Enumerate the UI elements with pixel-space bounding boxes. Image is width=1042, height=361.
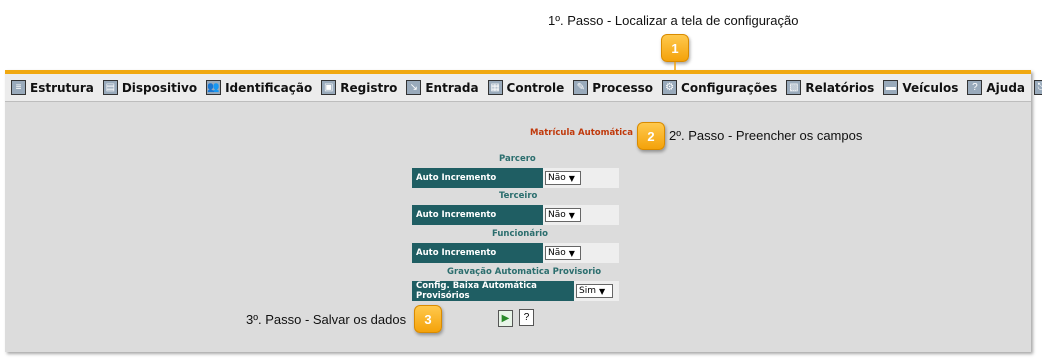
main-menu: ≡ Estrutura ▤ Dispositivo 👥 Identificação ▣ Reg… (5, 74, 1042, 102)
menu-item-veiculos[interactable]: ▬ Veículos (883, 80, 958, 95)
menu-label: Veículos (902, 80, 959, 95)
menu-item-ajuda[interactable]: ? Ajuda (967, 80, 1025, 95)
step1-text: 1º. Passo - Localizar a tela de configur… (548, 13, 799, 28)
entry-icon: ↘ (406, 80, 422, 95)
help-icon: ? (967, 80, 983, 95)
form-row-gravacao: Config. Baixa Automática Provisórios Sim… (412, 281, 619, 301)
people-icon: 👥 (206, 80, 222, 95)
menu-label: Entrada (425, 80, 479, 95)
form-row-terceiro: Auto Incremento Não ▼ (412, 205, 619, 225)
field-label: Auto Incremento (412, 168, 543, 188)
menu-item-processo[interactable]: ✎ Processo (573, 80, 653, 95)
field-label: Auto Incremento (412, 205, 543, 225)
form-row-parceiro: Auto Incremento Não ▼ (412, 168, 619, 188)
menu-label: Registro (340, 80, 398, 95)
menu-item-sair[interactable]: ⎋Sair (1034, 80, 1042, 95)
menu-item-entrada[interactable]: ↘ Entrada (406, 80, 479, 95)
menu-label: Controle (506, 80, 565, 95)
settings-icon: ⚙ (662, 80, 678, 95)
menu-item-controle[interactable]: ▦ Controle (487, 80, 565, 95)
control-icon: ▦ (487, 80, 503, 95)
auto-increment-select-parceiro[interactable]: Não ▼ (545, 171, 581, 185)
menu-item-identificacao[interactable]: 👥 Identificação (206, 80, 312, 95)
menu-label: Estrutura (30, 80, 94, 95)
menu-item-registro[interactable]: ▣ Registro (321, 80, 397, 95)
app-window: ≡ Estrutura ▤ Dispositivo 👥 Identificação ▣ Reg… (5, 70, 1042, 352)
menu-item-configuracoes[interactable]: ⚙ Configurações (662, 80, 777, 95)
auto-increment-select-funcionario[interactable]: Não ▼ (545, 246, 581, 260)
step3-text: 3º. Passo - Salvar os dados (246, 312, 407, 327)
report-icon: ▧ (786, 80, 802, 95)
chevron-down-icon: ▼ (568, 248, 575, 258)
section-title-funcionario: Funcionário (492, 229, 549, 239)
menu-label: Ajuda (986, 80, 1026, 95)
menu-label: Identificação (225, 80, 313, 95)
vehicle-icon: ▬ (883, 80, 899, 95)
form-row-funcionario: Auto Incremento Não ▼ (412, 243, 619, 263)
page-title: Matrícula Automática (530, 128, 633, 138)
chevron-down-icon: ▼ (568, 173, 575, 183)
step1-badge: 1 (661, 34, 689, 62)
register-icon: ▣ (321, 80, 337, 95)
menu-item-relatorios[interactable]: ▧ Relatórios (786, 80, 874, 95)
menu-item-dispositivo[interactable]: ▤ Dispositivo (102, 80, 198, 95)
menu-label: Configurações (681, 80, 778, 95)
exit-icon: ⎋ (1034, 80, 1042, 95)
chevron-down-icon: ▼ (568, 210, 575, 220)
field-label: Auto Incremento (412, 243, 543, 263)
device-icon: ▤ (102, 80, 118, 95)
menu-label: Dispositivo (121, 80, 198, 95)
section-title-gravacao: Gravação Automatica Provisorio (447, 267, 602, 277)
section-title-parceiro: Parcero (499, 154, 536, 164)
baixa-automatica-select[interactable]: Sim ▼ (576, 284, 613, 298)
help-icon[interactable]: ? (519, 309, 534, 326)
chevron-down-icon: ▼ (598, 286, 606, 296)
save-icon[interactable]: ▶ (498, 310, 513, 327)
menu-label: Processo (592, 80, 654, 95)
step2-text: 2º. Passo - Preencher os campos (669, 128, 863, 143)
tools-icon: ✎ (573, 80, 589, 95)
list-icon: ≡ (11, 80, 26, 95)
menu-item-estrutura[interactable]: ≡ Estrutura (11, 80, 94, 95)
section-title-terceiro: Terceiro (499, 191, 538, 201)
field-label: Config. Baixa Automática Provisórios (412, 281, 574, 301)
step2-badge: 2 (637, 122, 665, 150)
auto-increment-select-terceiro[interactable]: Não ▼ (545, 208, 581, 222)
step3-badge: 3 (414, 305, 442, 333)
menu-label: Relatórios (805, 80, 875, 95)
